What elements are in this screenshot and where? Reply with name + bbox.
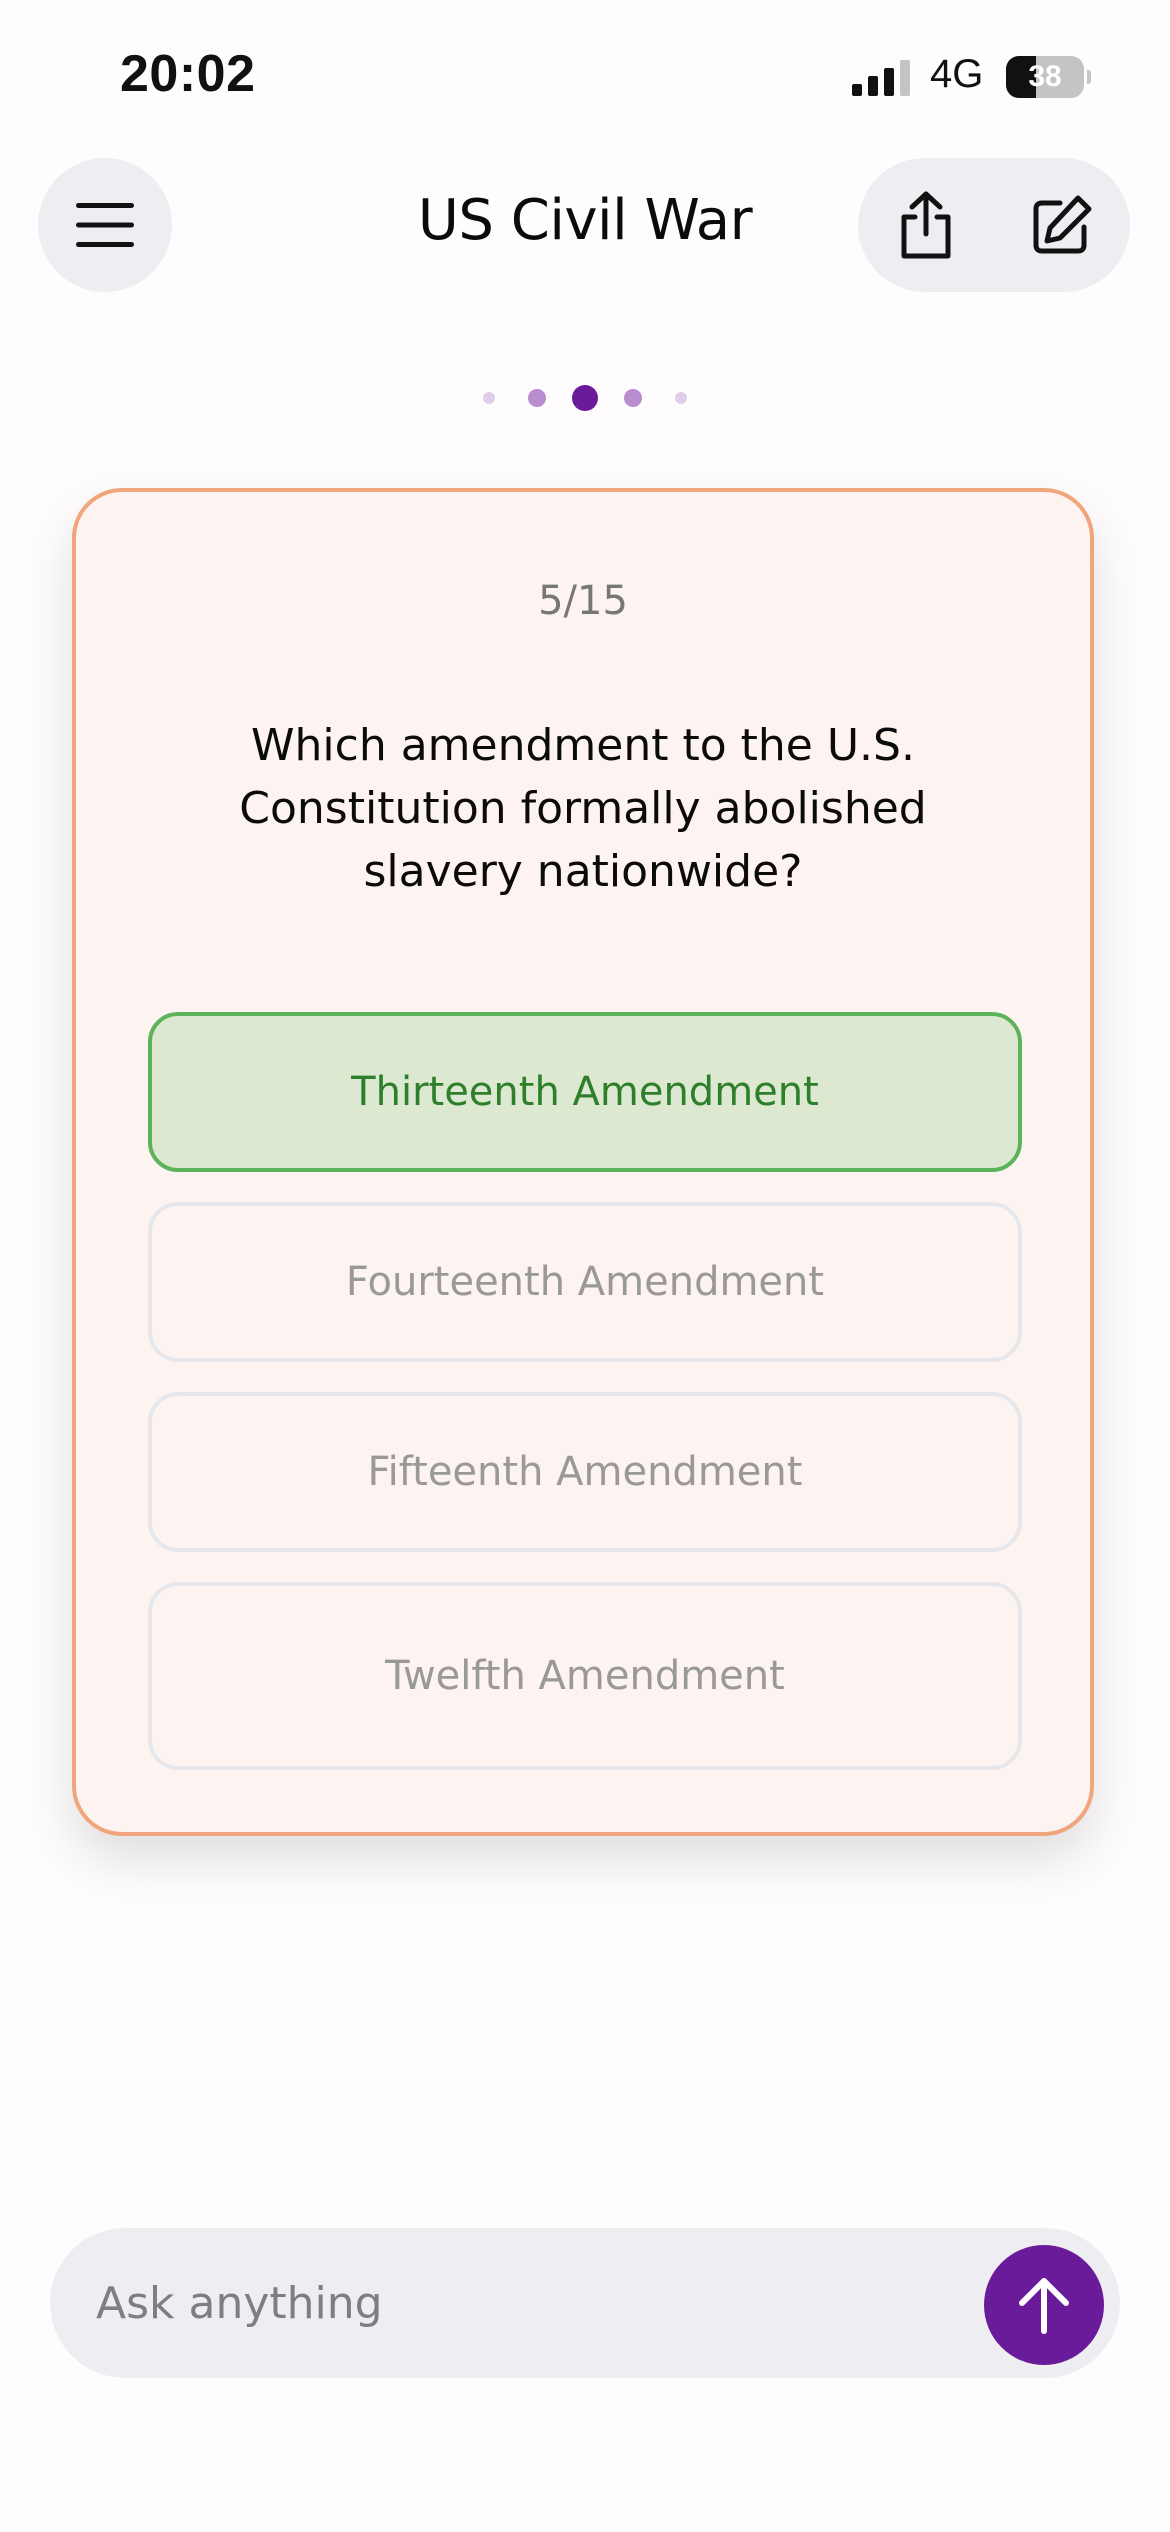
page-dot <box>483 392 495 404</box>
quiz-card: 5/15 Which amendment to the U.S. Constit… <box>72 488 1094 1836</box>
answer-option-label: Fourteenth Amendment <box>345 1259 825 1305</box>
answer-option-label: Twelfth Amendment <box>385 1653 785 1699</box>
answer-option-label: Thirteenth Amendment <box>351 1069 819 1115</box>
battery-icon: 38 <box>1006 56 1084 98</box>
status-bar: 20:02 4G 38 <box>0 0 1170 150</box>
header-actions <box>858 158 1130 292</box>
answer-option-label: Fifteenth Amendment <box>367 1449 803 1495</box>
question-counter: 5/15 <box>538 578 628 624</box>
page-dot-active <box>572 385 598 411</box>
page-dot <box>624 389 642 407</box>
ask-bar <box>50 2228 1120 2378</box>
page-dot <box>528 389 546 407</box>
network-type: 4G <box>930 52 984 96</box>
share-button[interactable] <box>858 158 994 292</box>
page-dot <box>675 392 687 404</box>
ask-input[interactable] <box>96 2228 956 2378</box>
send-button[interactable] <box>984 2245 1104 2365</box>
status-time: 20:02 <box>120 45 256 103</box>
answer-option[interactable]: Fifteenth Amendment <box>148 1392 1022 1552</box>
edit-button[interactable] <box>994 158 1130 292</box>
battery-nub <box>1087 70 1091 84</box>
question-text: Which amendment to the U.S. Constitution… <box>239 720 927 897</box>
battery-percent: 38 <box>1028 60 1062 93</box>
answer-option[interactable]: Thirteenth Amendment <box>148 1012 1022 1172</box>
arrow-up-icon <box>1019 2278 1069 2334</box>
share-icon <box>901 191 951 259</box>
answer-option[interactable]: Fourteenth Amendment <box>148 1202 1022 1362</box>
cellular-signal-icon <box>852 60 910 96</box>
answer-option[interactable]: Twelfth Amendment <box>148 1582 1022 1770</box>
edit-icon <box>1033 195 1092 254</box>
page-indicator <box>0 380 1170 416</box>
